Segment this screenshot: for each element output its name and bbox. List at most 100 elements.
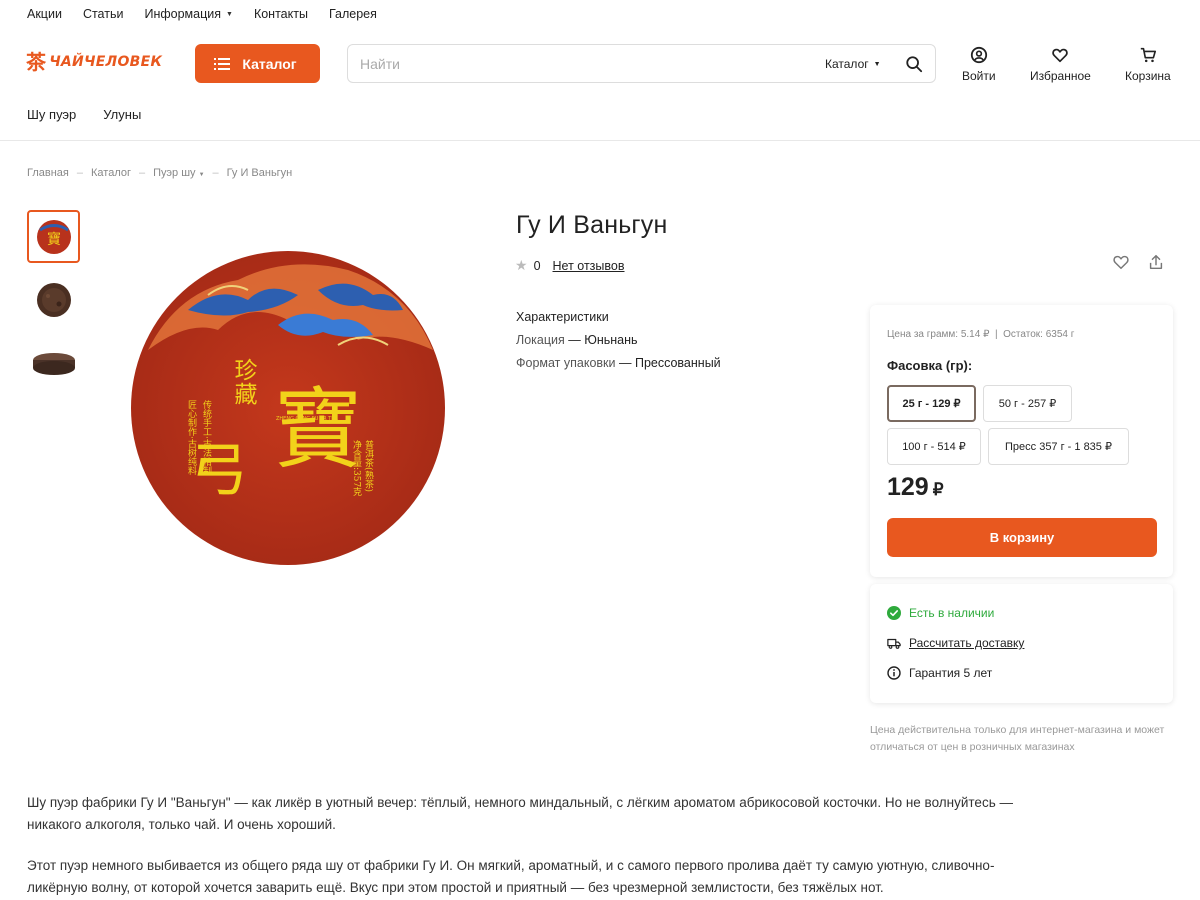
header-divider [0,140,1200,141]
topnav-label: Статьи [82,7,124,21]
breadcrumb: Главная – Каталог – Пуэр шу ▼ – Гу И Ван… [27,167,292,179]
catalog-button-label: Каталог [242,55,297,72]
reviews-link[interactable]: Нет отзывов [553,259,625,273]
caret-down-icon: ▼ [873,60,881,68]
description-paragraph-2: Этот пуэр немного выбивается из общего р… [27,858,995,895]
brand-logo[interactable]: 茶 ЧАЙЧЕЛОВЕК [26,52,162,72]
breadcrumb-shu-puer[interactable]: Пуэр шу ▼ [153,167,204,179]
product-title: Гу И Ваньгун [516,211,668,239]
description-paragraph-1: Шу пуэр фабрики Гу И "Ваньгун" — как лик… [27,795,1013,832]
topnav-promotions[interactable]: Акции [27,7,62,21]
label-side-right: 普洱茶(熟茶) [363,439,374,492]
search-bar[interactable]: Найти Каталог ▼ [347,44,936,83]
star-icon: ★ [515,257,528,273]
cart-button[interactable]: Корзина [1125,46,1171,83]
tea-cake-thumbnail-image: 寶 [36,219,71,254]
cart-label: Корзина [1125,69,1171,83]
topnav-gallery[interactable]: Галерея [329,7,377,21]
favorite-heart-icon[interactable] [1112,253,1130,271]
search-input[interactable]: Найти [360,56,400,72]
info-card: Есть в наличии Рассчитать доставку Гаран… [870,584,1173,703]
rating-value: 0 [533,258,541,273]
spec-value: Юньнань [584,333,638,347]
breadcrumb-separator: – [76,167,83,179]
currency-symbol: ₽ [932,480,944,499]
thumbnail-2[interactable] [27,273,80,326]
buy-card: Цена за грамм: 5.14 ₽ | Остаток: 6354 г … [870,305,1173,577]
product-main-image[interactable]: 珍 藏 ZHENG CANG PU ER TEA 寶 弓 传统手工·古法精制 匠… [128,250,448,566]
label-side-left-2: 匠心制作·古树纯料 [186,400,197,476]
topnav-label: Галерея [328,7,377,21]
stock-amount: Остаток: 6354 г [1003,329,1075,340]
spec-key: Локация [516,333,565,347]
label-zhencang-line2: 藏 [235,382,258,408]
spec-row: Локация — Юньнань [516,329,721,352]
breadcrumb-home[interactable]: Главная [27,167,69,179]
thumbnail-1[interactable]: 寶 [27,210,80,263]
breadcrumb-label: Пуэр шу [153,167,196,179]
header: 茶 ЧАЙЧЕЛОВЕК Каталог Найти Каталог ▼ Войт… [0,44,1200,84]
label-brand-curl: 弓 [190,436,248,504]
menu-list-icon [214,57,231,70]
topnav-label: Акции [27,7,62,21]
breadcrumb-catalog[interactable]: Каталог [91,167,131,179]
login-button[interactable]: Войти [962,46,996,83]
spec-separator: — [564,333,585,347]
price-per-gram: Цена за грамм: 5.14 ₽ [887,329,990,340]
brand-wordmark: ЧАЙЧЕЛОВЕК [49,54,163,70]
image-thumbnails: 寶 [27,210,80,389]
tea-glyph-icon: 茶 [26,50,47,74]
login-label: Войти [962,69,996,83]
spec-row: Формат упаковки — Прессованный [516,352,721,375]
topnav-label: Информация [144,7,221,21]
spec-value: Прессованный [634,356,721,370]
user-icon [970,46,987,64]
topnav-articles[interactable]: Статьи [83,7,124,21]
topnav-label: Контакты [253,7,308,21]
pack-option-press-357g[interactable]: Пресс 357 г - 1 835 ₽ [988,428,1129,465]
pack-option-25g[interactable]: 25 г - 129 ₽ [887,385,976,422]
svg-text:寶: 寶 [47,232,61,248]
caret-down-icon: ▼ [226,10,233,18]
caret-down-icon: ▼ [198,172,205,178]
label-zhencang-line1: 珍 [235,358,258,384]
subnav-shu-puer[interactable]: Шу пуэр [27,107,76,122]
warranty-row: Гарантия 5 лет [887,666,992,680]
check-circle-icon [887,606,901,620]
breadcrumb-separator: – [139,167,146,179]
search-scope-select[interactable]: Каталог ▼ [825,57,881,71]
topnav-information[interactable]: Информация ▼ [144,7,232,21]
search-scope-label: Каталог [825,57,869,71]
specs-title: Характеристики [516,310,609,324]
rating-row: ★ 0 Нет отзывов [515,257,625,274]
spec-key: Формат упаковки [516,356,616,370]
catalog-button[interactable]: Каталог [195,44,320,83]
breadcrumb-current: Гу И Ваньгун [226,167,293,179]
pack-option-50g[interactable]: 50 г - 257 ₽ [983,385,1072,422]
truck-icon [887,638,901,649]
tea-cake-side-image [32,352,75,375]
topnav-contacts[interactable]: Контакты [254,7,308,21]
favorites-button[interactable]: Избранное [1030,46,1091,83]
pack-option-100g[interactable]: 100 г - 514 ₽ [887,428,981,465]
top-nav: Акции Статьи Информация ▼ Контакты Галере… [27,0,377,28]
thumbnail-3[interactable] [27,336,80,389]
add-to-cart-button[interactable]: В корзину [887,518,1157,557]
share-icon[interactable] [1147,253,1165,271]
label-brand-big: 寶 [274,378,362,481]
subnav-oolongs[interactable]: Улуны [103,107,141,122]
spec-separator: — [615,356,635,370]
price-meta: Цена за грамм: 5.14 ₽ | Остаток: 6354 г [887,329,1075,340]
calculate-delivery-link[interactable]: Рассчитать доставку [909,636,1024,650]
price-disclaimer: Цена действительна только для интернет-м… [870,724,1165,753]
pack-label: Фасовка (гр): [887,358,973,373]
search-icon[interactable] [905,55,923,73]
pressed-tea-image [36,282,71,317]
category-subnav: Шу пуэр Улуны [27,107,141,122]
product-price: 129 ₽ [887,473,944,502]
availability-row: Есть в наличии [887,606,994,620]
availability-text: Есть в наличии [909,606,995,620]
label-side-left: 传统手工·古法精制 [201,399,212,475]
info-icon [887,666,901,680]
price-value: 129 [887,473,929,501]
